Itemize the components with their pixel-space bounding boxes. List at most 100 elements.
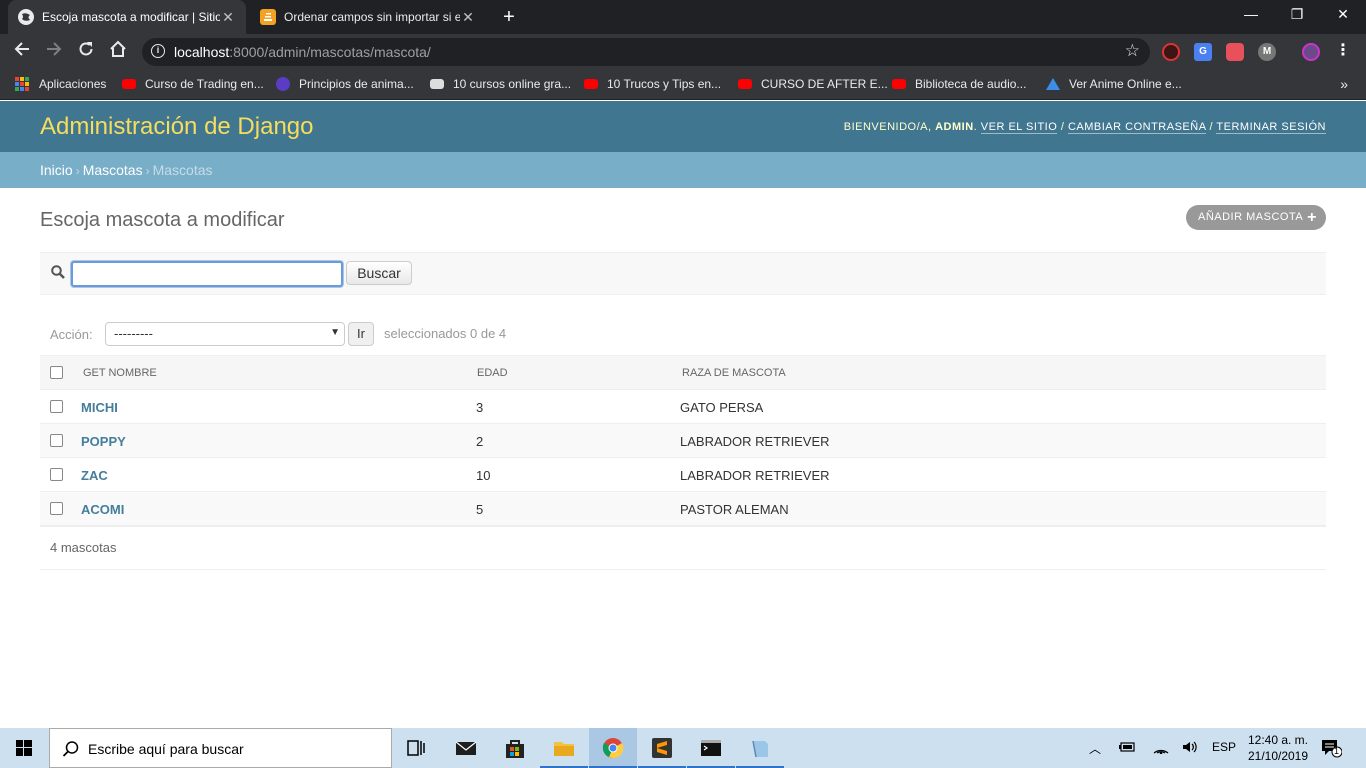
site-branding[interactable]: Administración de Django: [40, 113, 313, 141]
django-favicon-icon: [18, 9, 34, 25]
plus-icon: +: [1307, 209, 1317, 226]
tab-close-icon[interactable]: ✕: [220, 9, 236, 26]
bookmark-item[interactable]: 10 cursos online gra...: [430, 77, 571, 91]
bookmark-apps[interactable]: Aplicaciones: [15, 77, 106, 91]
add-button-label: Añadir mascota: [1198, 211, 1304, 223]
bookmark-item[interactable]: Principios de anima...: [276, 77, 414, 91]
bookmarks-bar: Aplicaciones Curso de Trading en... Prin…: [0, 70, 1366, 100]
taskbar-sublime[interactable]: [638, 728, 686, 768]
back-icon[interactable]: [10, 40, 34, 64]
tab-active[interactable]: Escoja mascota a modificar | Sitio ✕: [8, 0, 246, 34]
add-mascota-button[interactable]: Añadir mascota +: [1186, 205, 1326, 230]
table-header: Get nombre Edad Raza de mascota: [40, 355, 1326, 390]
action-go-button[interactable]: Ir: [348, 322, 374, 346]
m-extension-icon[interactable]: M: [1258, 43, 1276, 61]
language-indicator[interactable]: ESP: [1210, 740, 1238, 754]
taskbar-mail[interactable]: [442, 728, 490, 768]
username: admin: [935, 121, 974, 133]
taskbar-store[interactable]: [491, 728, 539, 768]
show-hidden-icons[interactable]: ︿: [1086, 740, 1104, 757]
column-header-edad[interactable]: Edad: [477, 367, 508, 379]
new-tab-button[interactable]: +: [498, 6, 520, 28]
row-checkbox[interactable]: [50, 468, 63, 481]
search-input[interactable]: [71, 261, 343, 287]
forward-icon[interactable]: [42, 40, 66, 64]
row-checkbox[interactable]: [50, 502, 63, 515]
profile-avatar[interactable]: [1302, 43, 1320, 61]
column-header-raza[interactable]: Raza de mascota: [682, 367, 786, 379]
action-selected-value: ---------: [114, 326, 153, 341]
menu-dots-icon[interactable]: ⋮: [1334, 43, 1352, 61]
row-checkbox[interactable]: [50, 400, 63, 413]
taskbar-chrome[interactable]: [589, 728, 637, 768]
row-name-link[interactable]: ZAC: [81, 468, 108, 483]
breadcrumb-home[interactable]: Inicio: [40, 162, 73, 178]
tab-close-icon[interactable]: ✕: [460, 9, 476, 26]
table-row: POPPY 2 LABRADOR RETRIEVER: [40, 424, 1326, 458]
bookmark-item[interactable]: Curso de Trading en...: [122, 77, 264, 91]
close-window-button[interactable]: ✕: [1320, 0, 1366, 30]
bookmarks-overflow-icon[interactable]: »: [1340, 76, 1348, 92]
change-password-link[interactable]: Cambiar contraseña: [1067, 121, 1206, 134]
tab-inactive[interactable]: Ordenar campos sin importar si e ✕: [250, 0, 486, 34]
windows-taskbar: Escribe aquí para buscar ︿ ESP 12:40 a.: [0, 728, 1366, 768]
taskbar-notepad[interactable]: [736, 728, 784, 768]
site-info-icon[interactable]: i: [151, 44, 165, 58]
system-clock[interactable]: 12:40 a. m. 21/10/2019: [1244, 732, 1312, 764]
breadcrumb: Inicio › Mascotas › Mascotas: [0, 152, 1366, 188]
shield-extension-icon[interactable]: [1226, 43, 1244, 61]
translate-extension-icon[interactable]: G: [1194, 43, 1212, 61]
wifi-icon[interactable]: [1151, 740, 1171, 757]
taskbar-search-box[interactable]: Escribe aquí para buscar: [49, 728, 392, 768]
bookmark-star-icon[interactable]: ☆: [1125, 41, 1140, 61]
youtube-icon: [892, 79, 906, 89]
address-bar[interactable]: i localhost:8000/admin/mascotas/mascota/…: [142, 38, 1150, 66]
page-title: Escoja mascota a modificar: [40, 209, 285, 231]
restore-button[interactable]: ❐: [1274, 0, 1320, 30]
browser-tab-strip: Escoja mascota a modificar | Sitio ✕ Ord…: [0, 0, 1366, 34]
battery-icon[interactable]: [1117, 740, 1137, 757]
bookmark-item[interactable]: Ver Anime Online e...: [1046, 77, 1182, 91]
bookmark-item[interactable]: 10 Trucos y Tips en...: [584, 77, 721, 91]
table-row: ACOMI 5 PASTOR ALEMAN: [40, 492, 1326, 526]
notification-center-icon[interactable]: 1: [1320, 738, 1343, 758]
table-row: MICHI 3 GATO PERSA: [40, 390, 1326, 424]
home-icon[interactable]: [106, 40, 130, 64]
site-icon: [276, 77, 290, 91]
row-age: 3: [476, 400, 484, 415]
table-row: ZAC 10 LABRADOR RETRIEVER: [40, 458, 1326, 492]
row-name-link[interactable]: MICHI: [81, 400, 118, 415]
chat-icon: [430, 79, 444, 89]
volume-icon[interactable]: [1180, 740, 1200, 757]
view-site-link[interactable]: Ver el sitio: [980, 121, 1058, 134]
stackoverflow-favicon-icon: [260, 9, 276, 25]
folder-icon: [554, 742, 574, 756]
bookmark-item[interactable]: Biblioteca de audio...: [892, 77, 1026, 91]
action-select[interactable]: --------- ▼: [105, 322, 345, 346]
task-view-button[interactable]: [392, 728, 440, 768]
search-icon: [51, 265, 65, 279]
minimize-button[interactable]: —: [1228, 0, 1274, 30]
taskbar-file-explorer[interactable]: [540, 728, 588, 768]
notification-count: 1: [1334, 746, 1340, 756]
start-button[interactable]: [0, 728, 48, 768]
sublime-text-icon: [652, 738, 672, 758]
row-name-link[interactable]: ACOMI: [81, 502, 124, 517]
taskbar-terminal[interactable]: [687, 728, 735, 768]
bookmark-item[interactable]: CURSO DE AFTER E...: [738, 77, 888, 91]
clock-time: 12:40 a. m.: [1247, 733, 1309, 747]
search-icon: [62, 741, 79, 757]
row-name-link[interactable]: POPPY: [81, 434, 126, 449]
row-breed: PASTOR ALEMAN: [680, 502, 789, 517]
breadcrumb-app[interactable]: Mascotas: [83, 162, 143, 178]
select-all-checkbox[interactable]: [50, 366, 63, 379]
logout-link[interactable]: Terminar sesión: [1216, 121, 1326, 134]
store-icon: [506, 740, 524, 758]
adblock-extension-icon[interactable]: [1162, 43, 1180, 61]
windows-logo-icon: [16, 740, 32, 756]
search-button[interactable]: Buscar: [346, 261, 412, 285]
reload-icon[interactable]: [74, 40, 98, 64]
youtube-icon: [738, 79, 752, 89]
row-checkbox[interactable]: [50, 434, 63, 447]
column-header-nombre[interactable]: Get nombre: [83, 367, 157, 379]
